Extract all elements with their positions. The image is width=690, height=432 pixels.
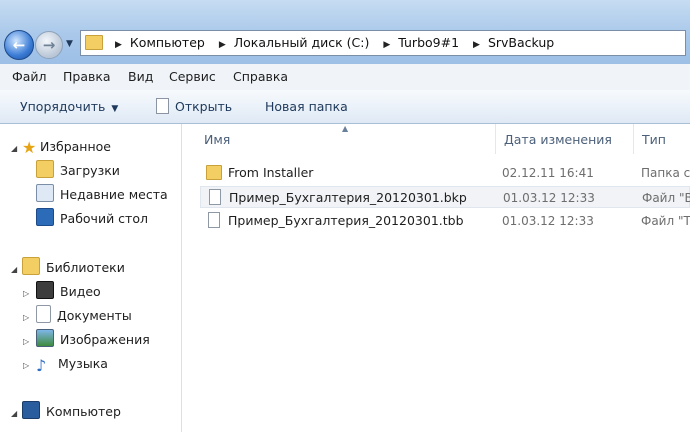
new-folder-button[interactable]: Новая папка <box>265 90 348 123</box>
file-name: Пример_Бухгалтерия_20120301.bkp <box>229 190 467 205</box>
collapsed-triangle-icon[interactable]: ▷ <box>23 313 29 322</box>
column-type[interactable]: Тип <box>642 124 666 154</box>
column-divider[interactable] <box>633 124 634 154</box>
chevron-down-icon: ▼ <box>111 104 119 114</box>
nav-favorites[interactable]: ★ Избранное <box>22 136 111 158</box>
menu-view[interactable]: Вид <box>128 64 153 90</box>
folder-icon <box>85 35 103 50</box>
desktop-icon <box>36 208 54 226</box>
chevron-right-icon[interactable]: ▶ <box>115 40 122 50</box>
breadcrumb-srvbackup[interactable]: SrvBackup <box>488 35 554 50</box>
history-dropdown-icon[interactable]: ▼ <box>66 39 76 49</box>
file-date: 01.03.12 12:33 <box>503 191 595 205</box>
recent-places-icon <box>36 184 54 202</box>
address-bar[interactable]: ▶ Компьютер ▶ Локальный диск (C:) ▶ Turbo9#… <box>80 30 686 56</box>
breadcrumb-turbo[interactable]: Turbo9#1 <box>398 35 459 50</box>
nav-computer[interactable]: Компьютер <box>22 401 121 423</box>
menu-file[interactable]: Файл <box>12 64 47 90</box>
collapsed-triangle-icon[interactable]: ▷ <box>23 361 29 370</box>
column-date[interactable]: Дата изменения <box>504 124 612 154</box>
back-button[interactable]: ← <box>4 30 34 60</box>
menu-edit[interactable]: Правка <box>63 64 111 90</box>
video-icon <box>36 281 54 299</box>
nav-label: Музыка <box>58 356 108 371</box>
file-date: 02.12.11 16:41 <box>502 166 594 180</box>
column-divider[interactable] <box>495 124 496 154</box>
collapsed-triangle-icon[interactable]: ▷ <box>23 337 29 346</box>
menu-help[interactable]: Справка <box>233 64 288 90</box>
nav-music[interactable]: ♪ Музыка <box>36 353 108 375</box>
chevron-right-icon[interactable]: ▶ <box>219 40 226 50</box>
expand-triangle-icon[interactable]: ◢ <box>11 265 17 274</box>
nav-video[interactable]: Видео <box>36 281 101 303</box>
folder-icon <box>206 165 222 180</box>
nav-label: Видео <box>60 284 101 299</box>
open-button[interactable]: Открыть <box>156 90 232 123</box>
window-header: ← → ▼ ▶ Компьютер ▶ Локальный диск (C:) ▶ T… <box>0 0 690 64</box>
computer-icon <box>22 401 40 419</box>
libraries-icon <box>22 257 40 275</box>
menu-bar: Файл Правка Вид Сервис Справка <box>0 64 690 91</box>
forward-button[interactable]: → <box>35 31 63 59</box>
organize-label: Упорядочить <box>20 99 106 114</box>
command-bar: Упорядочить ▼ Открыть Новая папка <box>0 90 690 124</box>
file-type: Файл "T <box>641 214 690 228</box>
breadcrumb-local-disk[interactable]: Локальный диск (C:) <box>234 35 370 50</box>
open-label: Открыть <box>175 99 233 114</box>
breadcrumb: ▶ Компьютер ▶ Локальный диск (C:) ▶ Turbo9#… <box>105 31 554 55</box>
nav-label: Изображения <box>60 332 150 347</box>
breadcrumb-computer[interactable]: Компьютер <box>130 35 205 50</box>
downloads-folder-icon <box>36 160 54 178</box>
chevron-right-icon[interactable]: ▶ <box>473 40 480 50</box>
nav-desktop[interactable]: Рабочий стол <box>36 208 148 230</box>
file-row-from-installer[interactable]: From Installer 02.12.11 16:41 Папка с <box>200 162 690 184</box>
nav-images[interactable]: Изображения <box>36 329 150 351</box>
file-row-bkp[interactable]: Пример_Бухгалтерия_20120301.bkp 01.03.12… <box>200 186 690 208</box>
back-arrow-icon: ← <box>12 36 26 54</box>
nav-label: Недавние места <box>60 187 168 202</box>
file-row-tbb[interactable]: Пример_Бухгалтерия_20120301.tbb 01.03.12… <box>200 210 690 232</box>
nav-documents[interactable]: Документы <box>36 305 132 327</box>
column-name[interactable]: Имя <box>204 124 230 154</box>
sort-ascending-icon: ▲ <box>342 124 349 133</box>
nav-label: Рабочий стол <box>60 211 148 226</box>
nav-downloads[interactable]: Загрузки <box>36 160 120 182</box>
document-icon <box>156 98 169 114</box>
menu-service[interactable]: Сервис <box>169 64 216 90</box>
star-icon: ★ <box>22 138 37 157</box>
images-icon <box>36 329 54 347</box>
column-headers: ▲ Имя Дата изменения Тип <box>182 124 690 154</box>
nav-label: Документы <box>57 308 132 323</box>
navigation-pane: ◢ ★ Избранное Загрузки Недавние места Раб… <box>0 124 182 432</box>
file-date: 01.03.12 12:33 <box>502 214 594 228</box>
file-name: From Installer <box>228 165 314 180</box>
file-type: Файл "В <box>642 191 690 205</box>
file-type: Папка с <box>641 166 690 180</box>
file-icon <box>209 189 221 205</box>
file-icon <box>208 212 220 228</box>
chevron-right-icon[interactable]: ▶ <box>383 40 390 50</box>
organize-button[interactable]: Упорядочить ▼ <box>20 90 118 123</box>
music-note-icon: ♪ <box>36 356 47 375</box>
forward-arrow-icon: → <box>42 36 56 54</box>
nav-libraries[interactable]: Библиотеки <box>22 257 125 279</box>
documents-icon <box>36 305 51 323</box>
file-name: Пример_Бухгалтерия_20120301.tbb <box>228 213 464 228</box>
expand-triangle-icon[interactable]: ◢ <box>11 409 17 418</box>
collapsed-triangle-icon[interactable]: ▷ <box>23 289 29 298</box>
nav-label: Компьютер <box>46 404 121 419</box>
nav-recent[interactable]: Недавние места <box>36 184 168 206</box>
nav-label: Загрузки <box>60 163 120 178</box>
nav-label: Библиотеки <box>46 260 125 275</box>
nav-label: Избранное <box>40 139 111 154</box>
expand-triangle-icon[interactable]: ◢ <box>11 144 17 153</box>
